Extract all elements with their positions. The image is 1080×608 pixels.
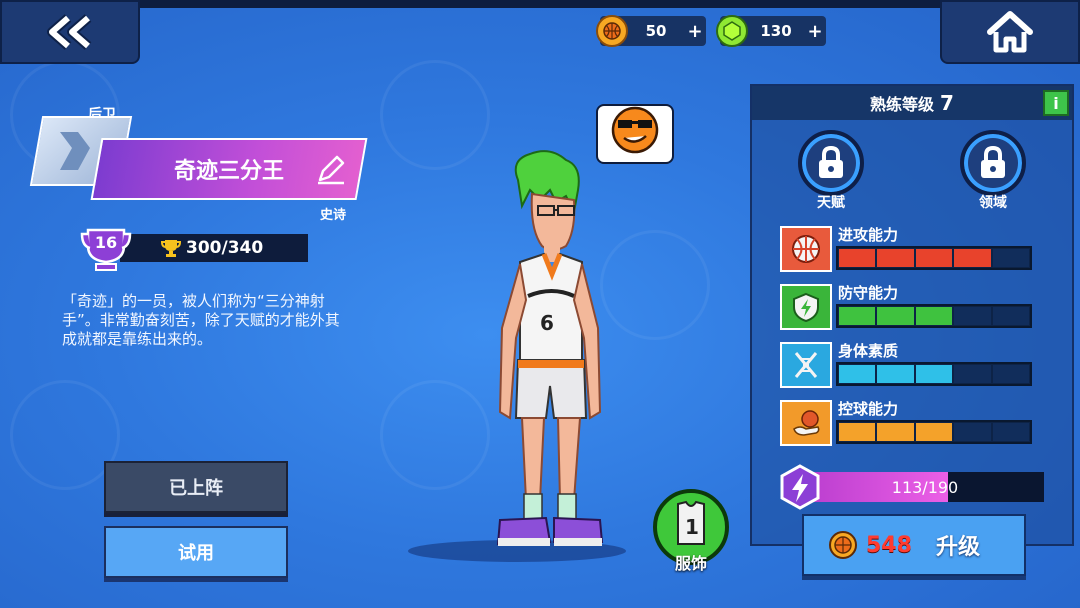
outfit-label: 服饰 — [674, 554, 707, 573]
stat-row-ball-handling: 控球能力 — [780, 400, 1048, 446]
gem-icon — [716, 15, 748, 47]
exp-text: 113/190 — [891, 477, 959, 497]
proficiency-exp-bar: 113/190 — [806, 472, 1044, 502]
dna-icon — [780, 342, 832, 388]
back-button[interactable] — [0, 0, 140, 64]
stat-row-defense: 防守能力 — [780, 284, 1048, 330]
stat-bar — [836, 304, 1032, 328]
hero-description: 「奇迹」的一员，被人们称为“三分神射手”。非常勤奋刻苦，除了天赋的才能外其成就都… — [62, 292, 340, 348]
gem-amount: 130 — [760, 22, 792, 40]
trophy-progress-bar: 300/340 — [120, 234, 308, 262]
stat-name: 进攻能力 — [838, 226, 899, 244]
proficiency-level: 7 — [940, 91, 954, 115]
proficiency-header: 熟练等级 7 — [752, 86, 1072, 120]
stat-segment — [839, 249, 876, 267]
hero-level: 16 — [94, 233, 118, 252]
basketball-coin-icon — [829, 531, 857, 559]
coin-counter: 50 + — [596, 15, 706, 47]
stat-segment — [915, 307, 953, 325]
outfit-count: 1 — [685, 515, 699, 539]
lock-icon — [819, 146, 843, 178]
upgrade-label: 升级 — [935, 535, 980, 560]
stat-segment — [877, 307, 914, 325]
hero-name: 奇迹三分王 — [173, 159, 284, 184]
stat-segment — [992, 423, 1030, 441]
top-strip — [0, 0, 1080, 8]
stat-segment — [877, 423, 914, 441]
stat-segment — [877, 365, 914, 383]
pencil-icon — [318, 155, 345, 185]
stat-segment — [915, 365, 953, 383]
talent-label: 天赋 — [817, 195, 845, 211]
add-gems-button[interactable]: + — [804, 21, 826, 42]
stat-segment — [915, 249, 953, 267]
upgrade-cost: 548 — [866, 532, 912, 558]
stat-bar — [836, 420, 1032, 444]
edit-name-button[interactable] — [314, 152, 348, 186]
hero-rarity: 史诗 — [320, 208, 347, 223]
upgrade-button[interactable]: 548 升级 — [802, 514, 1026, 576]
player-character[interactable]: 6 — [470, 150, 630, 560]
stat-segment — [839, 365, 876, 383]
stat-bar — [836, 246, 1032, 270]
deployed-button[interactable]: 已上阵 — [104, 461, 288, 513]
stat-bar — [836, 362, 1032, 386]
stat-segment — [992, 307, 1030, 325]
try-button[interactable]: 试用 — [104, 526, 288, 578]
stat-name: 身体素质 — [838, 342, 899, 360]
lock-icon — [981, 146, 1005, 178]
stat-segment — [954, 249, 991, 267]
jersey-number: 6 — [540, 311, 554, 335]
stat-segment — [992, 249, 1030, 267]
double-chevron-left-icon — [47, 14, 92, 50]
stat-segment — [877, 249, 914, 267]
domain-lock-button[interactable] — [960, 130, 1026, 196]
stat-segment — [992, 365, 1030, 383]
stat-name: 防守能力 — [838, 284, 899, 302]
cool-face-emoji-icon — [611, 106, 659, 154]
stat-name: 控球能力 — [838, 400, 899, 418]
domain-label: 领域 — [979, 195, 1007, 211]
basketball-coin-icon — [596, 15, 628, 47]
stat-row-offense: 进攻能力 — [780, 226, 1048, 272]
trophy-icon — [160, 240, 182, 257]
hand-ball-icon — [780, 400, 832, 446]
lightning-gem-icon — [778, 464, 822, 510]
stat-segment — [954, 423, 991, 441]
stat-segment — [915, 423, 953, 441]
shield-icon — [780, 284, 832, 330]
hero-level-badge: 16 — [80, 224, 132, 272]
home-button[interactable] — [940, 0, 1080, 64]
gem-counter: 130 + — [716, 15, 826, 47]
trophy-progress-text: 300/340 — [186, 238, 264, 258]
add-coins-button[interactable]: + — [684, 21, 706, 42]
stat-segment — [954, 365, 991, 383]
coin-amount: 50 — [645, 22, 667, 40]
basketball-icon — [780, 226, 832, 272]
emote-card[interactable] — [596, 104, 674, 164]
proficiency-title: 熟练等级 — [870, 95, 935, 114]
stat-segment — [839, 307, 876, 325]
home-icon — [987, 11, 1033, 53]
stat-segment — [839, 423, 876, 441]
info-button[interactable]: i — [1043, 90, 1069, 116]
talent-lock-button[interactable] — [798, 130, 864, 196]
stat-segment — [954, 307, 991, 325]
stat-row-physical: 身体素质 — [780, 342, 1048, 388]
